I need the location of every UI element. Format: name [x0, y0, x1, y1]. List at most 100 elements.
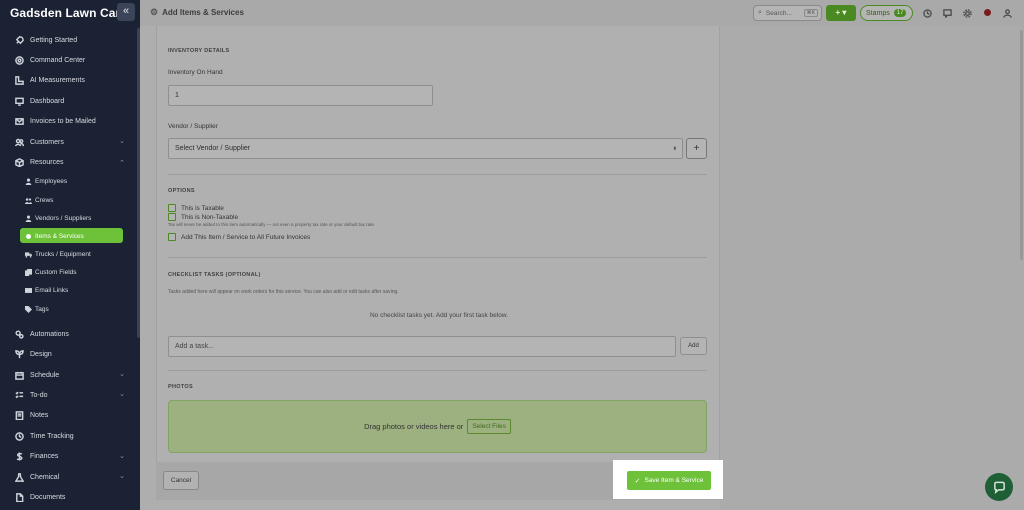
sidebar-item-to-do[interactable]: To-do ⌄: [0, 385, 137, 405]
search-shortcut: ⌘K: [803, 9, 818, 17]
sidebar-item-getting-started[interactable]: Getting Started: [0, 30, 137, 50]
chevron-down-icon[interactable]: ⌄: [119, 137, 125, 145]
checklist-icon: [14, 391, 24, 401]
envelope-icon: [24, 287, 32, 295]
chevron-down-icon[interactable]: ⌄: [119, 390, 125, 398]
task-input[interactable]: Add a task...: [168, 336, 676, 357]
sidebar-item-label: Chemical: [30, 473, 60, 481]
taxable-option[interactable]: This is Taxable: [168, 204, 224, 212]
notification-icon[interactable]: [984, 9, 991, 16]
gear-icon[interactable]: [962, 8, 972, 18]
sidebar-sub-label: Trucks / Equipment: [35, 251, 91, 259]
divider: [168, 370, 707, 371]
save-item-service-button[interactable]: ✓ Save Item & Service: [627, 471, 711, 490]
quick-add-button[interactable]: + ▾: [826, 5, 856, 21]
sidebar-item-design[interactable]: Design: [0, 345, 137, 365]
sidebar-sub-email-links[interactable]: Email Links: [0, 282, 137, 300]
sidebar-sub-label: Vendors / Suppliers: [35, 214, 92, 222]
users-icon: [14, 137, 24, 147]
dollar-icon: [14, 452, 24, 462]
item-form-card: INVENTORY DETAILS Inventory On Hand 1 Ve…: [156, 26, 720, 462]
flask-icon: [14, 472, 24, 482]
sidebar-sub-tags[interactable]: Tags: [0, 300, 137, 318]
sidebar-sub-items-services[interactable]: Items & Services: [0, 227, 137, 245]
sidebar-item-label: Schedule: [30, 371, 60, 379]
sidebar-item-documents[interactable]: Documents: [0, 487, 137, 507]
sidebar-scrollbar[interactable]: [137, 28, 140, 338]
sidebar-sub-label: Crews: [35, 196, 54, 204]
chat-bubble-button[interactable]: [985, 473, 1013, 501]
sidebar-item-dashboard[interactable]: Dashboard: [0, 91, 137, 111]
inventory-on-hand-input[interactable]: 1: [168, 85, 433, 106]
inventory-value: 1: [175, 92, 179, 99]
sidebar-item-customers[interactable]: Customers ⌄: [0, 132, 137, 152]
non-taxable-label: This is Non-Taxable: [181, 213, 239, 221]
non-taxable-checkbox[interactable]: [168, 213, 176, 221]
future-invoices-option[interactable]: Add This Item / Service to All Future In…: [168, 233, 310, 241]
chevron-down-icon[interactable]: ⌄: [119, 472, 125, 480]
taxable-checkbox[interactable]: [168, 204, 176, 212]
sidebar-item-schedule[interactable]: Schedule ⌄: [0, 365, 137, 385]
sidebar-sub-label: Tags: [35, 305, 49, 313]
sidebar-sub-vendors-suppliers[interactable]: Vendors / Suppliers: [0, 209, 137, 227]
check-icon: ✓: [634, 477, 641, 485]
sidebar-item-chemical[interactable]: Chemical ⌄: [0, 467, 137, 487]
stamps-label: Stamps: [866, 9, 890, 17]
add-vendor-button[interactable]: +: [686, 138, 707, 159]
photo-dropzone[interactable]: Drag photos or videos here or Select Fil…: [168, 400, 707, 453]
page-title: ⚙ Add Items & Services: [150, 7, 244, 18]
search-input[interactable]: ⌕ Search... ⌘K: [753, 5, 822, 21]
page-scrollbar[interactable]: [1020, 30, 1023, 260]
non-taxable-note: Tax will never be added to this item aut…: [168, 222, 376, 227]
sidebar-sub-employees[interactable]: Employees: [0, 173, 137, 191]
clock-icon[interactable]: [922, 8, 932, 18]
checklist-empty-message: No checklist tasks yet. Add your first t…: [369, 312, 508, 319]
sidebar-item-notes[interactable]: Notes: [0, 406, 137, 426]
cancel-button[interactable]: Cancel: [163, 471, 199, 490]
sidebar-item-finances[interactable]: Finances ⌄: [0, 447, 137, 467]
user-icon: [24, 178, 32, 186]
page-title-text: Add Items & Services: [162, 8, 244, 17]
note-icon: [14, 411, 24, 421]
gear-icon: [24, 232, 32, 240]
truck-icon: [24, 251, 32, 259]
chevron-up-icon[interactable]: ⌃: [119, 159, 125, 167]
ruler-icon: [14, 76, 24, 86]
sidebar-item-label: Resources: [30, 159, 64, 167]
gears-icon: ⚙: [150, 7, 159, 17]
add-task-button[interactable]: Add: [680, 337, 707, 355]
checklist-section-title: CHECKLIST TASKS (OPTIONAL): [168, 272, 261, 278]
gears-icon: [14, 329, 24, 339]
divider: [168, 257, 707, 258]
sidebar-item-time-tracking[interactable]: Time Tracking: [0, 426, 137, 446]
chevron-down-icon[interactable]: ⌄: [119, 452, 125, 460]
sidebar-item-ai-measurements[interactable]: AI Measurements: [0, 71, 137, 91]
dropzone-text: Drag photos or videos here or: [364, 422, 464, 431]
sidebar-item-label: Invoices to be Mailed: [30, 118, 96, 126]
sidebar-sub-crews[interactable]: Crews: [0, 191, 137, 209]
chat-icon: [993, 481, 1005, 494]
sidebar-sub-custom-fields[interactable]: Custom Fields: [0, 264, 137, 282]
vendor-supplier-select[interactable]: Select Vendor / Supplier ⬍: [168, 138, 683, 159]
sidebar-sub-trucks-equipment[interactable]: Trucks / Equipment: [0, 245, 137, 263]
stamps-button[interactable]: Stamps 17: [860, 5, 913, 21]
sidebar-item-label: Dashboard: [30, 97, 65, 105]
sidebar-item-command-center[interactable]: Command Center: [0, 50, 137, 70]
users-icon: [24, 196, 32, 204]
non-taxable-option[interactable]: This is Non-Taxable: [168, 213, 238, 221]
sidebar-item-label: Automations: [30, 330, 69, 338]
sidebar-item-automations[interactable]: Automations: [0, 324, 137, 344]
sidebar-sub-label: Email Links: [35, 287, 69, 295]
collapse-sidebar-button[interactable]: «: [117, 3, 135, 21]
future-invoices-label: Add This Item / Service to All Future In…: [181, 233, 311, 241]
chat-icon[interactable]: [942, 8, 952, 18]
chevron-down-icon[interactable]: ⌄: [119, 370, 125, 378]
sidebar-item-resources[interactable]: Resources ⌃: [0, 152, 137, 172]
sidebar-item-invoices-to-be-mailed[interactable]: Invoices to be Mailed: [0, 112, 137, 132]
brand-name[interactable]: Gadsden Lawn Care: [10, 6, 127, 20]
future-invoices-checkbox[interactable]: [168, 233, 176, 241]
user-avatar-icon[interactable]: [1002, 8, 1012, 18]
select-files-button[interactable]: Select Files: [467, 419, 511, 434]
task-placeholder: Add a task...: [175, 343, 214, 350]
inventory-label: Inventory On Hand: [168, 69, 223, 76]
